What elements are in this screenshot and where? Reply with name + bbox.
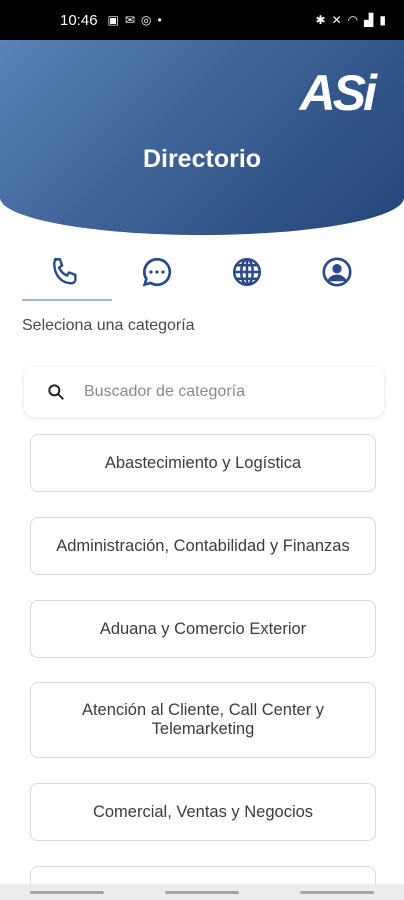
mail-notification-icon: ✉ bbox=[124, 13, 135, 27]
nav-indicator bbox=[299, 890, 374, 894]
contact-tabs bbox=[22, 248, 382, 302]
tab-web[interactable] bbox=[202, 248, 292, 302]
page-title: Directorio bbox=[142, 145, 262, 173]
category-item[interactable]: Abastecimiento y Logística bbox=[30, 434, 376, 492]
tab-phone[interactable] bbox=[22, 248, 112, 302]
more-notifications-icon: • bbox=[157, 13, 162, 27]
search-icon bbox=[48, 384, 64, 400]
image-notification-icon: ▣ bbox=[107, 13, 119, 27]
status-time: 10:46 bbox=[60, 11, 98, 29]
tab-chat[interactable] bbox=[112, 248, 202, 302]
category-item[interactable]: Aduana y Comercio Exterior bbox=[30, 600, 376, 658]
mute-icon: ✕ bbox=[331, 13, 342, 27]
globe-icon bbox=[232, 257, 262, 287]
status-right: ✱ ✕ ◠ ▟ ▮ bbox=[316, 14, 386, 26]
user-icon bbox=[322, 257, 352, 287]
instagram-notification-icon: ◎ bbox=[140, 13, 152, 27]
chat-icon bbox=[142, 257, 172, 287]
bluetooth-icon: ✱ bbox=[315, 13, 326, 27]
header-banner: ASi Directorio bbox=[0, 40, 404, 235]
tab-profile[interactable] bbox=[292, 248, 382, 302]
category-search bbox=[24, 367, 384, 417]
search-input[interactable] bbox=[84, 383, 344, 401]
system-nav-bar bbox=[0, 884, 404, 900]
battery-icon: ▮ bbox=[379, 13, 386, 27]
nav-indicator bbox=[30, 890, 105, 894]
category-item[interactable]: Administración, Contabilidad y Finanzas bbox=[30, 517, 376, 575]
category-item[interactable]: Comercial, Ventas y Negocios bbox=[30, 783, 376, 841]
phone-icon bbox=[53, 258, 77, 285]
status-left: 10:46 ▣ ✉ ◎ • bbox=[60, 12, 162, 29]
nav-indicator bbox=[164, 890, 239, 894]
wifi-icon: ◠ bbox=[347, 13, 359, 27]
asi-logo: ASi bbox=[299, 65, 377, 121]
category-prompt: Seleciona una categoría bbox=[22, 317, 195, 334]
signal-icon: ▟ bbox=[364, 13, 374, 27]
category-item[interactable]: Atención al Cliente, Call Center y Telem… bbox=[30, 682, 376, 758]
status-bar: 10:46 ▣ ✉ ◎ • ✱ ✕ ◠ ▟ ▮ bbox=[0, 0, 404, 40]
tab-selected-indicator bbox=[22, 299, 112, 301]
